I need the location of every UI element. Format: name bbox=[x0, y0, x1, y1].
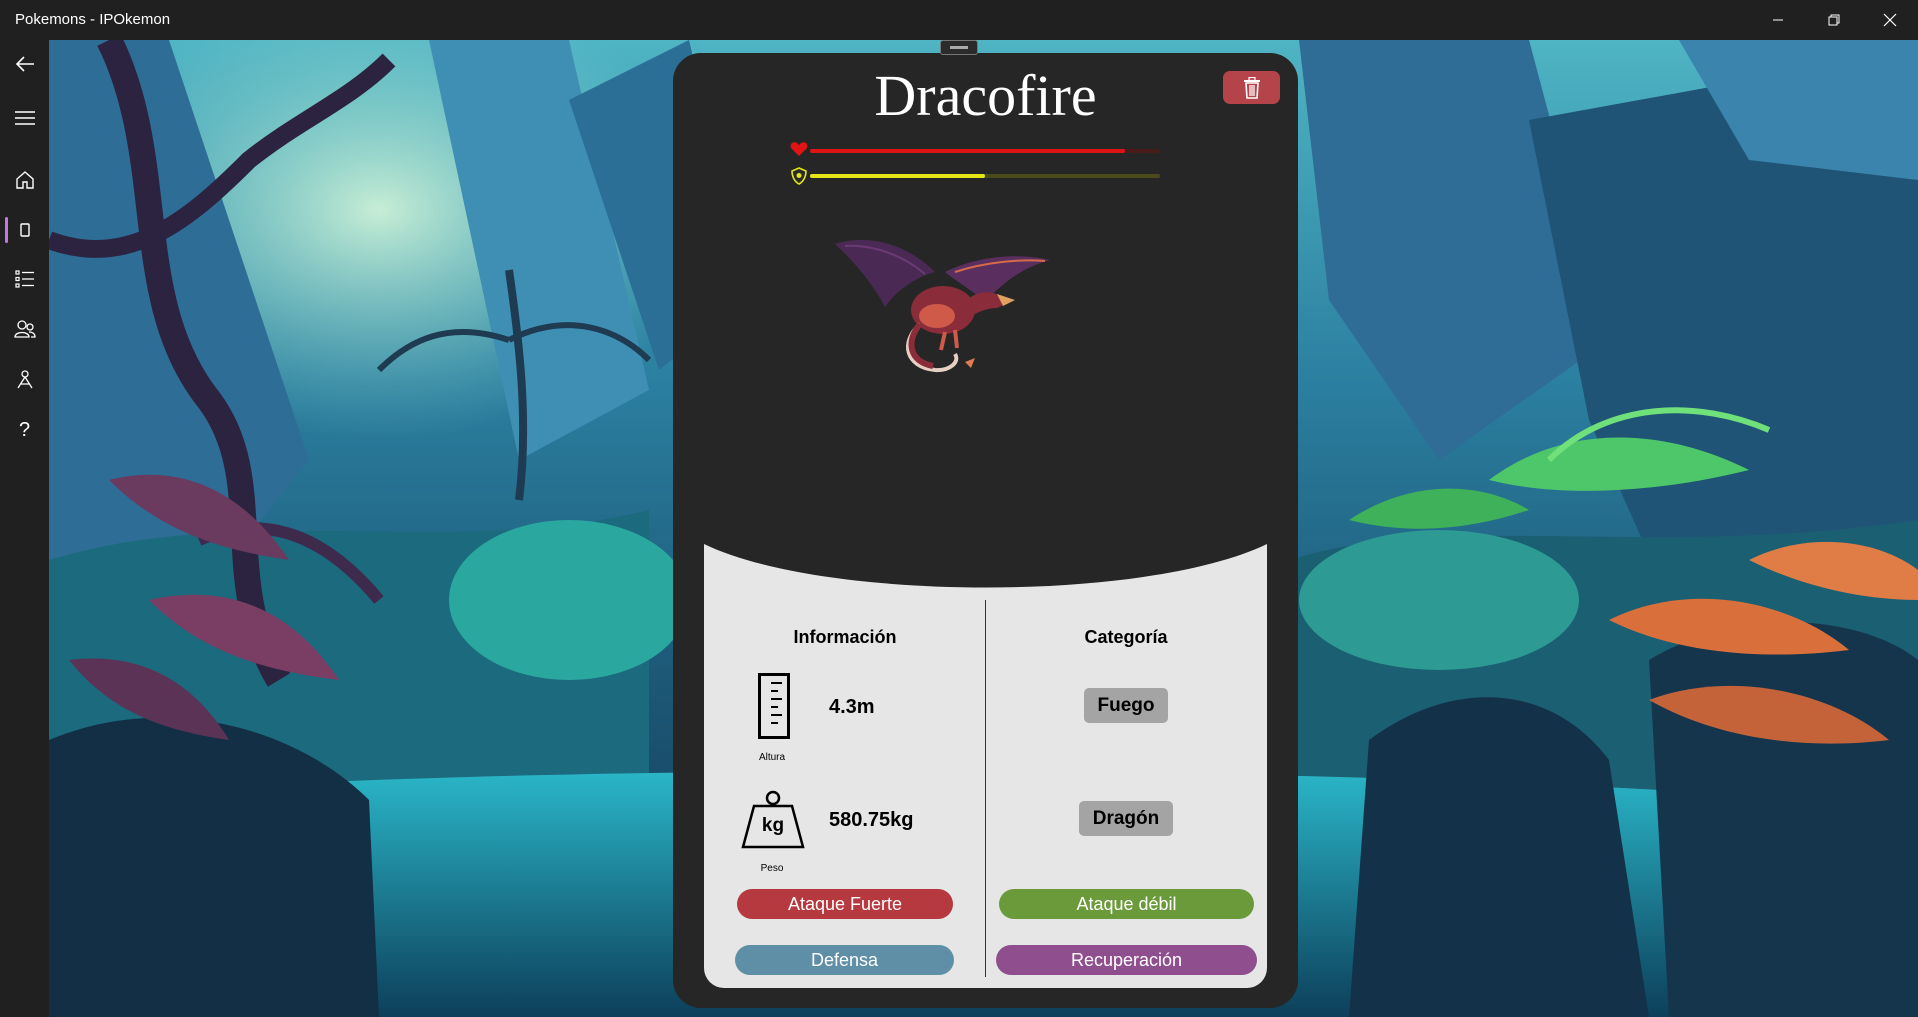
drag-handle[interactable] bbox=[940, 40, 978, 55]
delete-button[interactable] bbox=[1223, 71, 1280, 104]
category-heading: Categoría bbox=[1084, 627, 1168, 647]
ruler-icon bbox=[758, 673, 790, 739]
title-bar: Pokemons - IPOkemon bbox=[0, 0, 1918, 40]
type-badge-fire: Fuego bbox=[1084, 688, 1168, 723]
close-icon bbox=[1883, 13, 1897, 27]
pokedex-icon bbox=[19, 223, 30, 237]
shield-icon bbox=[791, 167, 807, 185]
height-caption: Altura bbox=[758, 752, 786, 763]
weight-caption: Peso bbox=[760, 863, 784, 874]
type-badge-dragon: Dragón bbox=[1079, 801, 1173, 836]
nav-item-pokedex[interactable] bbox=[0, 210, 49, 250]
shield-bar-fill bbox=[810, 174, 985, 178]
window-title: Pokemons - IPOkemon bbox=[15, 11, 171, 28]
home-icon bbox=[15, 171, 34, 189]
weak-attack-button[interactable]: Ataque débil bbox=[999, 889, 1254, 919]
list-icon bbox=[14, 270, 34, 288]
restore-button[interactable] bbox=[1806, 0, 1862, 40]
back-button[interactable] bbox=[0, 44, 49, 84]
info-heading: Información bbox=[793, 627, 897, 647]
height-value: 4.3m bbox=[829, 696, 875, 718]
pokemon-name: Dracofire bbox=[874, 63, 1097, 128]
hamburger-menu-icon bbox=[14, 111, 35, 125]
weight-icon: kg bbox=[740, 790, 806, 850]
shield-bar bbox=[810, 174, 1160, 178]
nav-item-battle[interactable] bbox=[0, 360, 49, 400]
weight-icon-label: kg bbox=[761, 815, 785, 836]
heart-icon bbox=[790, 142, 808, 156]
defense-button[interactable]: Defensa bbox=[735, 945, 954, 975]
weight-value: 580.75kg bbox=[829, 809, 914, 831]
navigation-pane: ? bbox=[0, 40, 49, 1017]
battle-icon bbox=[16, 370, 33, 389]
menu-toggle-button[interactable] bbox=[0, 98, 49, 138]
nav-item-help[interactable]: ? bbox=[0, 410, 49, 450]
minimize-button[interactable] bbox=[1750, 0, 1806, 40]
nav-item-home[interactable] bbox=[0, 160, 49, 200]
minimize-icon bbox=[1773, 19, 1783, 21]
pokemon-sprite bbox=[835, 239, 1050, 373]
restore-icon bbox=[1828, 14, 1840, 26]
back-arrow-icon bbox=[15, 56, 34, 72]
close-button[interactable] bbox=[1862, 0, 1918, 40]
nav-item-people[interactable] bbox=[0, 309, 49, 349]
panel-curve bbox=[704, 532, 1267, 588]
nav-item-list[interactable] bbox=[0, 259, 49, 299]
strong-attack-button[interactable]: Ataque Fuerte bbox=[737, 889, 953, 919]
people-icon bbox=[13, 320, 36, 338]
recovery-button[interactable]: Recuperación bbox=[996, 945, 1257, 975]
health-bar bbox=[810, 149, 1160, 153]
health-bar-fill bbox=[810, 149, 1125, 153]
trash-icon bbox=[1243, 76, 1260, 99]
column-divider bbox=[985, 600, 986, 977]
help-icon: ? bbox=[18, 418, 31, 441]
